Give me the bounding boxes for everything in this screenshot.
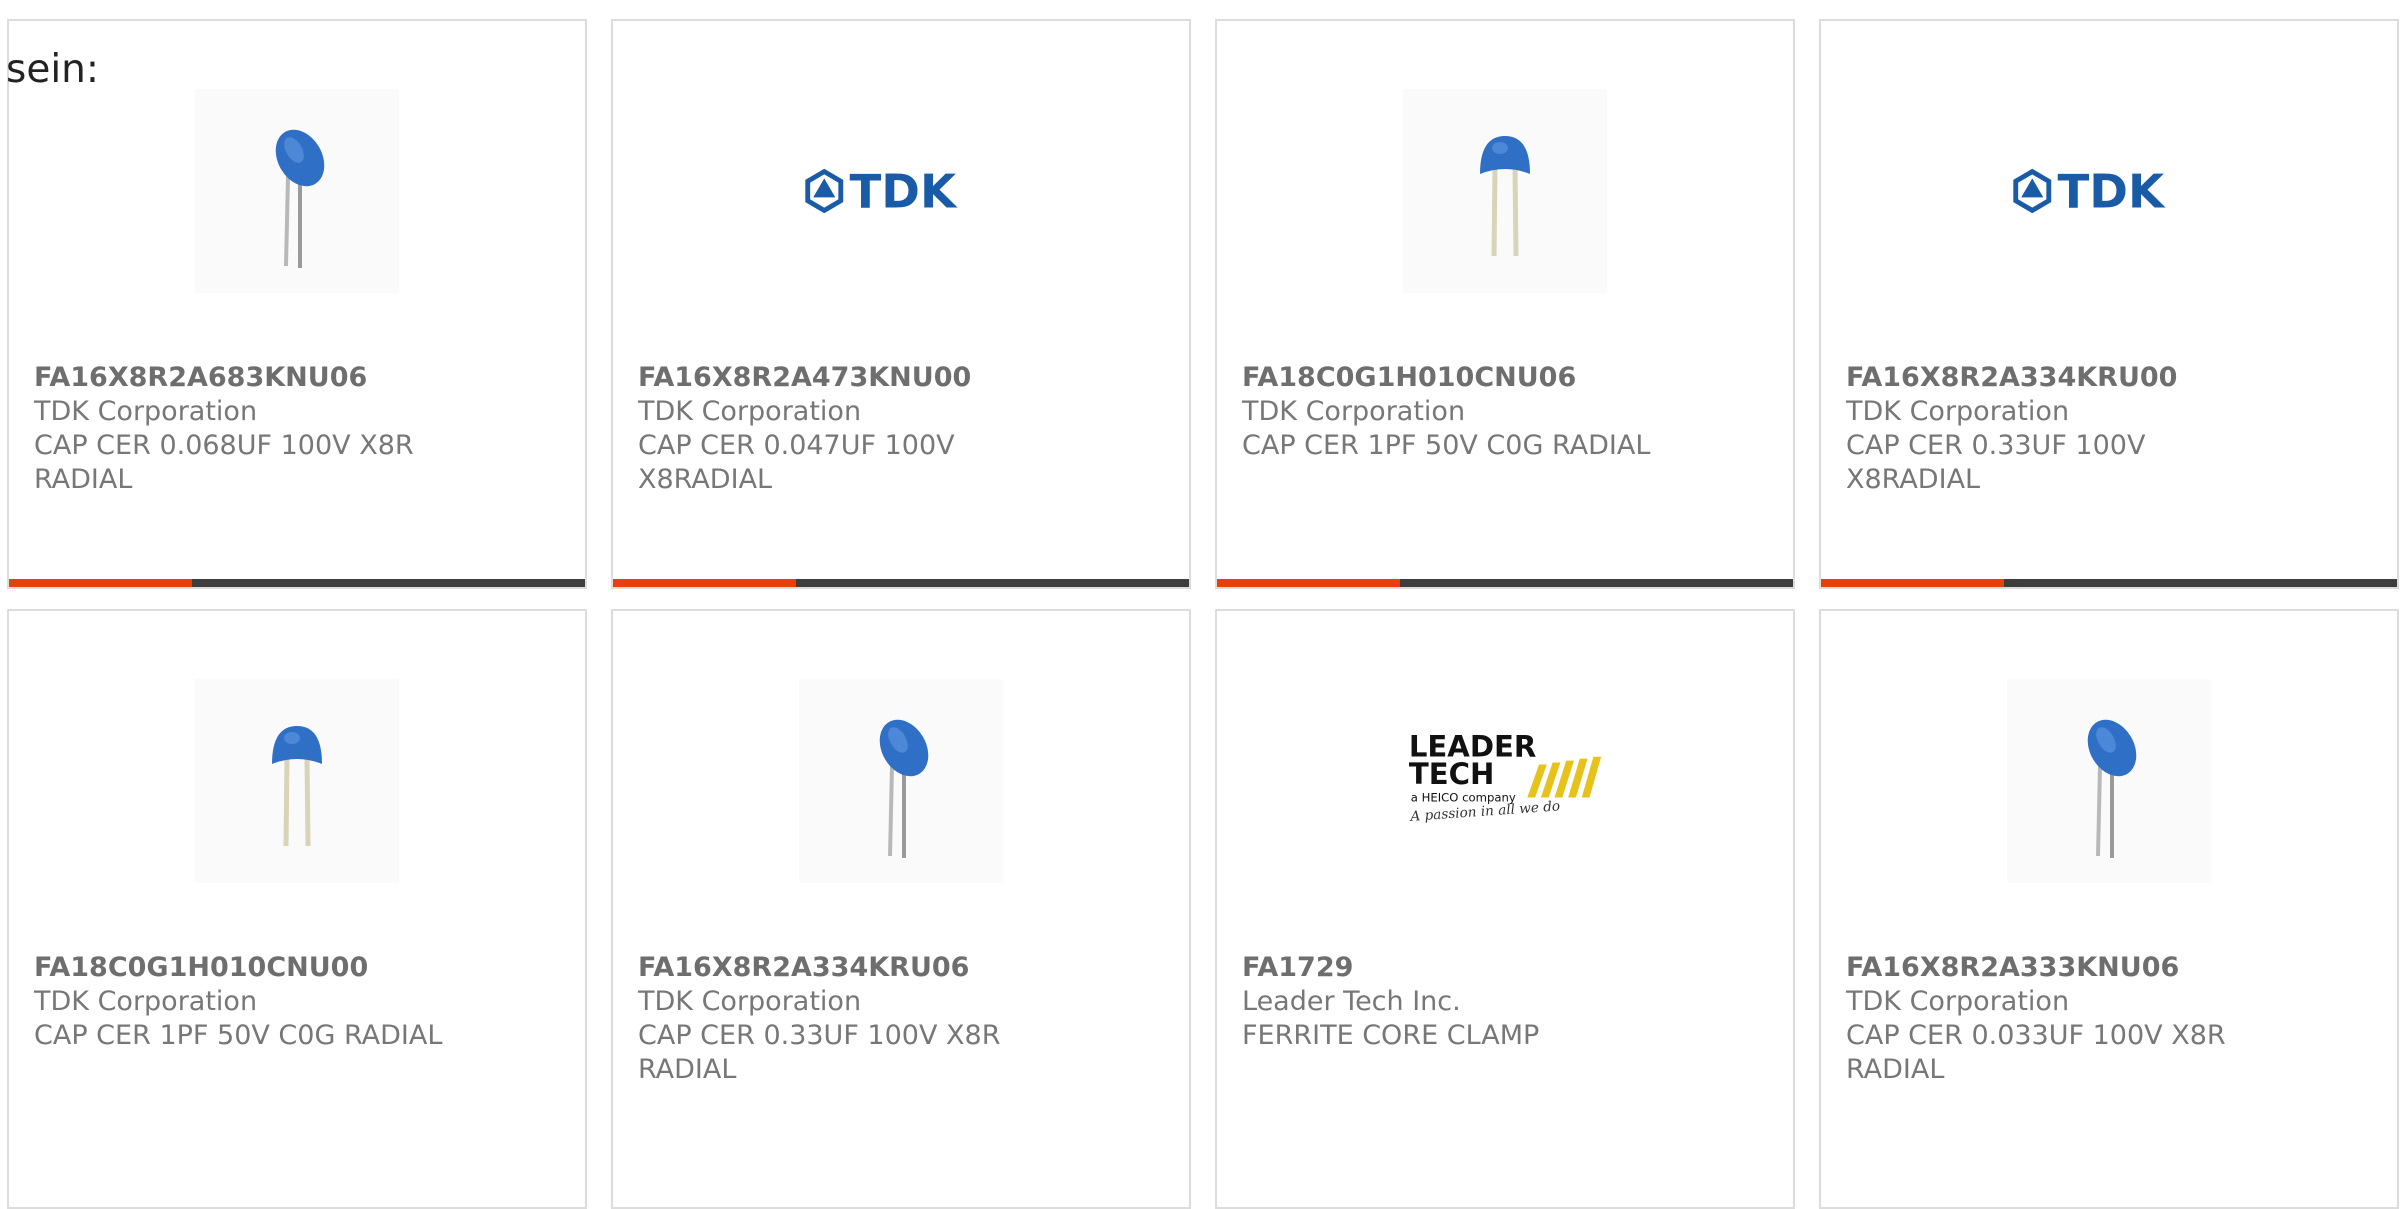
part-number[interactable]: FA16X8R2A334KRU00 (1846, 361, 2377, 395)
product-card[interactable]: FA18C0G1H010CNU00 TDK Corporation CAP CE… (7, 609, 587, 1209)
product-image[interactable]: LEADER TECH a HEICO company A passion in… (1403, 679, 1607, 883)
product-card[interactable]: FA16X8R2A333KNU06 TDK Corporation CAP CE… (1819, 609, 2399, 1209)
product-image[interactable] (2007, 679, 2211, 883)
description: CAP CER 1PF 50V C0G RADIAL (34, 1020, 443, 1051)
tdk-logo-icon: TDK (805, 165, 958, 219)
product-image[interactable] (195, 89, 399, 293)
description: CAP CER 0.33UF 100V X8R RADIAL (638, 1020, 1001, 1085)
radial-capacitor-tilted-icon (2087, 719, 2137, 858)
card-accent-bar (613, 579, 796, 587)
description: CAP CER 0.033UF 100V X8R RADIAL (1846, 1020, 2226, 1085)
product-grid: FA16X8R2A683KNU06 TDK Corporation CAP CE… (7, 19, 2400, 1209)
manufacturer: TDK Corporation (34, 986, 258, 1017)
leader-tech-logo-line2: TECH (1409, 757, 1495, 791)
manufacturer: TDK Corporation (1846, 986, 2070, 1017)
part-number[interactable]: FA1729 (1242, 951, 1773, 985)
radial-capacitor-tilted-icon (879, 719, 929, 858)
manufacturer: TDK Corporation (1846, 396, 2070, 427)
page-prefix-text: sein: (6, 47, 100, 92)
radial-capacitor-upright-icon (272, 726, 322, 847)
tdk-logo-icon: TDK (2013, 165, 2166, 219)
part-number[interactable]: FA18C0G1H010CNU06 (1242, 361, 1773, 395)
card-accent-bar (1821, 579, 2004, 587)
product-image[interactable] (195, 679, 399, 883)
leader-tech-stripes-icon (1527, 756, 1602, 798)
radial-capacitor-upright-icon (1480, 136, 1530, 257)
leader-tech-logo-icon: LEADER TECH a HEICO company A passion in… (1408, 730, 1602, 825)
tdk-logo-text: TDK (850, 165, 958, 219)
product-image[interactable]: TDK (2007, 89, 2211, 293)
part-number[interactable]: FA16X8R2A333KNU06 (1846, 951, 2377, 985)
card-accent-bar (9, 579, 192, 587)
card-accent-bar (1217, 579, 1400, 587)
radial-capacitor-tilted-icon (275, 129, 325, 268)
card-bottom-bar (613, 579, 1189, 587)
product-image[interactable]: TDK (799, 89, 1003, 293)
part-number[interactable]: FA18C0G1H010CNU00 (34, 951, 565, 985)
product-card[interactable]: TDK FA16X8R2A334KRU00 TDK Corporation CA… (1819, 19, 2399, 589)
product-image[interactable] (1403, 89, 1607, 293)
card-bottom-bar (1821, 579, 2397, 587)
tdk-logo-text: TDK (2058, 165, 2166, 219)
description: CAP CER 0.33UF 100V X8RADIAL (1846, 430, 2146, 495)
part-number[interactable]: FA16X8R2A473KNU00 (638, 361, 1169, 395)
product-image[interactable] (799, 679, 1003, 883)
product-card[interactable]: FA16X8R2A683KNU06 TDK Corporation CAP CE… (7, 19, 587, 589)
part-number[interactable]: FA16X8R2A683KNU06 (34, 361, 565, 395)
manufacturer: TDK Corporation (34, 396, 258, 427)
product-card[interactable]: FA18C0G1H010CNU06 TDK Corporation CAP CE… (1215, 19, 1795, 589)
part-number[interactable]: FA16X8R2A334KRU06 (638, 951, 1169, 985)
manufacturer: TDK Corporation (638, 986, 862, 1017)
product-card[interactable]: TDK FA16X8R2A473KNU00 TDK Corporation CA… (611, 19, 1191, 589)
product-card[interactable]: LEADER TECH a HEICO company A passion in… (1215, 609, 1795, 1209)
card-bottom-bar (1217, 579, 1793, 587)
description: CAP CER 0.047UF 100V X8RADIAL (638, 430, 955, 495)
description: FERRITE CORE CLAMP (1242, 1020, 1540, 1051)
manufacturer: TDK Corporation (1242, 396, 1466, 427)
manufacturer: Leader Tech Inc. (1242, 986, 1461, 1017)
product-card[interactable]: FA16X8R2A334KRU06 TDK Corporation CAP CE… (611, 609, 1191, 1209)
card-bottom-bar (9, 579, 585, 587)
manufacturer: TDK Corporation (638, 396, 862, 427)
description: CAP CER 1PF 50V C0G RADIAL (1242, 430, 1651, 461)
description: CAP CER 0.068UF 100V X8R RADIAL (34, 430, 414, 495)
